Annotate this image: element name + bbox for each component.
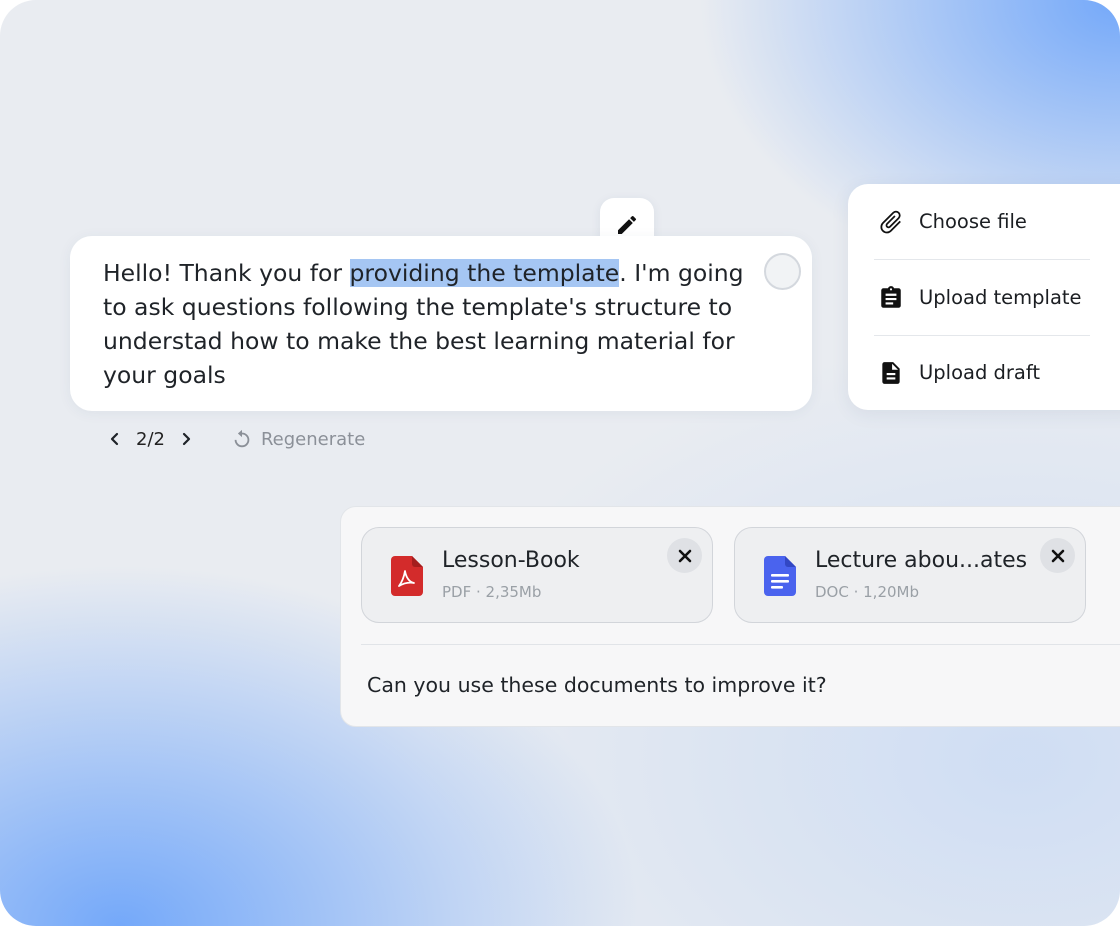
message-select-radio[interactable] xyxy=(764,253,801,290)
attachment-card[interactable]: Lecture abou...ates DOC · 1,20Mb xyxy=(734,527,1086,623)
pencil-icon xyxy=(618,215,637,234)
remove-attachment-button[interactable] xyxy=(1040,538,1075,573)
message-text-before: Hello! Thank you for xyxy=(103,259,350,287)
attachment-name: Lecture abou...ates xyxy=(815,548,1028,573)
menu-item-label: Upload draft xyxy=(919,361,1041,384)
upload-menu: Choose file Upload template Upload draft xyxy=(848,184,1120,410)
document-icon xyxy=(874,356,908,390)
chevron-left-icon xyxy=(110,432,119,446)
close-icon xyxy=(678,549,691,562)
menu-item-upload-draft[interactable]: Upload draft xyxy=(874,335,1090,410)
regenerate-label: Regenerate xyxy=(260,428,366,450)
menu-item-label: Upload template xyxy=(919,286,1082,309)
attachment-meta: PDF · 2,35Mb xyxy=(442,583,542,601)
next-response-button[interactable] xyxy=(175,424,197,454)
attachment-name: Lesson-Book xyxy=(442,548,580,573)
doc-file-icon xyxy=(764,556,796,600)
assistant-message-bubble: Hello! Thank you for providing the templ… xyxy=(70,236,812,411)
menu-item-label: Choose file xyxy=(919,210,1027,233)
menu-item-upload-template[interactable]: Upload template xyxy=(874,260,1090,335)
composer-input-text[interactable]: Can you use these documents to improve i… xyxy=(367,673,827,697)
close-icon xyxy=(1051,549,1064,562)
attachment-card[interactable]: Lesson-Book PDF · 2,35Mb xyxy=(361,527,713,623)
app-canvas: Hello! Thank you for providing the templ… xyxy=(0,0,1120,926)
response-controls: 2/2 Regenerate xyxy=(104,424,365,454)
remove-attachment-button[interactable] xyxy=(667,538,702,573)
regenerate-button[interactable]: Regenerate xyxy=(231,428,365,450)
highlighted-text[interactable]: providing the template xyxy=(349,259,620,287)
paperclip-icon xyxy=(874,205,908,239)
message-composer: Lesson-Book PDF · 2,35Mb Lecture abou...… xyxy=(340,506,1120,727)
menu-item-choose-file[interactable]: Choose file xyxy=(874,184,1090,259)
clipboard-icon xyxy=(874,281,908,315)
previous-response-button[interactable] xyxy=(104,424,126,454)
refresh-icon xyxy=(234,429,250,448)
assistant-message-text: Hello! Thank you for providing the templ… xyxy=(103,256,753,392)
composer-divider xyxy=(361,644,1120,645)
chevron-right-icon xyxy=(182,432,191,446)
response-page-indicator: 2/2 xyxy=(136,428,165,450)
pdf-file-icon xyxy=(391,556,423,600)
attachment-meta: DOC · 1,20Mb xyxy=(815,583,919,601)
